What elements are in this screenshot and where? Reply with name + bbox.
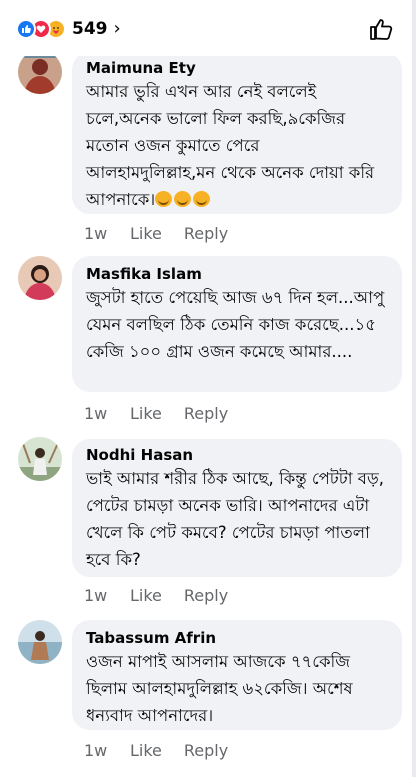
comment-time[interactable]: 1w (84, 741, 130, 760)
like-button[interactable]: Like (130, 404, 162, 423)
commenter-name[interactable]: Nodhi Hasan (86, 445, 390, 465)
reply-button[interactable]: Reply (184, 741, 228, 760)
comment-text: আমার ভুরি এখন আর নেই বললেই চলে,অনেক ভালো… (86, 82, 375, 209)
comment-text: ভাই আমার শরীর ঠিক আছে, কিন্তু পেটটা বড়,… (86, 469, 384, 569)
comment-actions: 1w Like Reply (84, 586, 228, 605)
avatar[interactable] (18, 620, 62, 664)
like-button[interactable]: Like (130, 224, 162, 243)
comment-bubble: Nodhi Hasan ভাই আমার শরীর ঠিক আছে, কিন্ত… (72, 439, 402, 577)
chevron-right-icon: › (113, 18, 121, 39)
reply-button[interactable]: Reply (184, 404, 228, 423)
comment-time[interactable]: 1w (84, 404, 130, 423)
like-button[interactable]: Like (130, 586, 162, 605)
reaction-summary[interactable]: 549 › (16, 18, 121, 39)
reply-button[interactable]: Reply (184, 224, 228, 243)
reactions-bar: 549 › (0, 0, 412, 56)
commenter-name[interactable]: Masfika Islam (86, 264, 390, 284)
comment-actions: 1w Like Reply (84, 741, 228, 760)
comment-time[interactable]: 1w (84, 224, 130, 243)
comment-actions: 1w Like Reply (84, 224, 228, 243)
like-thumb-icon[interactable] (368, 16, 394, 42)
comment-time[interactable]: 1w (84, 586, 130, 605)
avatar[interactable] (18, 437, 62, 481)
avatar[interactable] (18, 256, 62, 300)
comment-bubble: Maimuna Ety আমার ভুরি এখন আর নেই বললেই চ… (72, 52, 402, 214)
comment-text: ওজন মাপাই আসলাম আজকে ৭৭কেজি ছিলাম আলহামদ… (86, 652, 353, 725)
like-button[interactable]: Like (130, 741, 162, 760)
commenter-name[interactable]: Tabassum Afrin (86, 628, 390, 648)
comment-bubble: Tabassum Afrin ওজন মাপাই আসলাম আজকে ৭৭কে… (72, 620, 402, 730)
comments-panel: 549 › Maimuna Ety আমার ভুরি এখন আর নেই ব… (0, 0, 412, 777)
commenter-name[interactable]: Maimuna Ety (86, 58, 390, 78)
comment-text: জুসটা হাতে পেয়েছি আজ ৬৭ দিন হল...আপু যে… (86, 288, 385, 361)
smiling-hearts-emoji (155, 190, 212, 209)
avatar[interactable] (18, 50, 62, 94)
reaction-count: 549 (72, 18, 108, 39)
comment-bubble: Masfika Islam জুসটা হাতে পেয়েছি আজ ৬৭ দ… (72, 256, 402, 392)
like-reaction-icon (16, 18, 36, 39)
reply-button[interactable]: Reply (184, 586, 228, 605)
comment-actions: 1w Like Reply (84, 404, 228, 423)
